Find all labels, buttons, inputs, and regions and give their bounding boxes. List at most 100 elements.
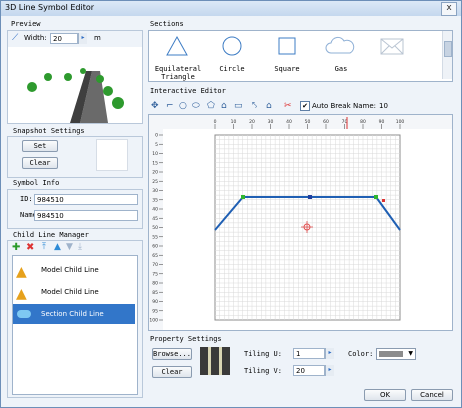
set-button[interactable]: Set (22, 140, 58, 152)
texture-preview (200, 347, 230, 375)
clear-texture-button[interactable]: Clear (152, 366, 192, 378)
polygon-tool-icon[interactable]: ⌂ (221, 101, 227, 111)
width-spin-button[interactable]: ▸ (78, 33, 87, 44)
auto-break-checkbox[interactable]: ✔ (300, 101, 310, 111)
top-tick-label: 60 (323, 119, 329, 125)
section-line-icon (17, 310, 31, 318)
gas-label[interactable]: Gas (319, 65, 363, 73)
id-value: 984510 (37, 196, 64, 204)
id-field[interactable]: 984510 (34, 194, 138, 205)
left-tick-label: 65 (152, 253, 158, 259)
cancel-button[interactable]: Cancel (411, 389, 453, 401)
child-line-header: Child Line Manager (13, 231, 89, 239)
editor-drawing[interactable]: 0 10 20 30 40 50 60 70 80 90 100 0 5 10 15 20 25 30 35 40 45… (149, 115, 452, 330)
edit-vertex-icon[interactable]: ⌂ (266, 101, 272, 111)
pan-icon[interactable]: ✥ (151, 101, 159, 111)
midpoint-handle (308, 195, 312, 199)
snapshot-thumbnail (96, 139, 128, 171)
move-top-icon[interactable]: ⤒ (42, 242, 46, 252)
circle-tool-icon[interactable]: ○ (179, 101, 187, 111)
preview-3d-view[interactable] (8, 47, 142, 123)
left-tick-label: 60 (152, 244, 158, 250)
model-line-icon: ▲ (16, 264, 27, 280)
left-tick-label: 95 (152, 308, 158, 314)
left-tick-label: 15 (152, 160, 158, 166)
name-value: 984510 (37, 212, 64, 220)
title-bar: 3D Line Symbol Editor x (1, 1, 461, 16)
name-label-editor: Name: (353, 102, 377, 110)
left-tick-label: 100 (149, 318, 158, 324)
list-item-label: Model Child Line (41, 266, 99, 274)
sections-header: Sections (150, 20, 184, 28)
left-tick-label: 70 (152, 262, 158, 268)
add-icon[interactable]: ✚ (12, 242, 20, 253)
editor-canvas[interactable]: 0 10 20 30 40 50 60 70 80 90 100 0 5 10 15 20 25 30 35 40 45… (148, 114, 453, 331)
ruler-icon[interactable]: ⟋ (12, 33, 18, 43)
width-input[interactable]: 20 (50, 33, 78, 44)
delete-icon[interactable]: ✖ (26, 242, 34, 253)
close-button[interactable]: x (441, 2, 457, 16)
child-line-group: ✚ ✖ ⤒ ▲ ▼ ⤓ ▲ Model Child Line ▲ Model C… (7, 240, 143, 398)
property-header: Property Settings (150, 335, 222, 343)
tiling-v-spin[interactable]: ▸ (325, 365, 334, 376)
polyline-icon[interactable]: ⌐ (166, 101, 174, 111)
insert-vertex-icon[interactable]: ⤣ (252, 101, 257, 111)
ellipse-tool-icon[interactable]: ⬭ (192, 101, 200, 111)
tiling-u-spin[interactable]: ▸ (325, 348, 334, 359)
square-label[interactable]: Square (265, 65, 309, 73)
cloud-icon (325, 36, 355, 54)
top-tick-label: 50 (305, 119, 311, 125)
top-ruler (149, 115, 452, 129)
auto-break-label: Auto Break (312, 102, 351, 110)
list-item[interactable]: ▲ Model Child Line (13, 260, 135, 280)
sections-scrollbar[interactable] (442, 31, 452, 79)
triangle-label[interactable]: Equilateral Triangle (153, 65, 203, 81)
top-tick-label: 20 (249, 119, 255, 125)
pentagon-tool-icon[interactable]: ⬠ (207, 101, 215, 111)
move-bottom-icon[interactable]: ⤓ (78, 242, 82, 252)
vertex-handle (241, 195, 245, 199)
list-item[interactable]: ▲ Model Child Line (13, 282, 135, 302)
tiling-v-label: Tiling V: (244, 367, 282, 375)
left-tick-label: 30 (152, 188, 158, 194)
list-item[interactable]: Section Child Line (13, 304, 135, 324)
chevron-down-icon: ▼ (408, 350, 413, 357)
rectangle-tool-icon[interactable]: ▭ (234, 101, 243, 111)
tiling-u-label: Tiling U: (244, 350, 282, 358)
left-tick-label: 45 (152, 216, 158, 222)
delete-vertex-icon[interactable]: ✂ (284, 101, 292, 111)
cursor-point (382, 199, 385, 202)
circle-icon (222, 36, 242, 56)
symbol-info-group: ID: 984510 Name: 984510 (7, 189, 143, 229)
tiling-u-input[interactable]: 1 (293, 348, 325, 359)
left-tick-label: 5 (155, 142, 158, 148)
model-line-icon: ▲ (16, 286, 27, 302)
move-up-icon[interactable]: ▲ (54, 242, 61, 252)
child-line-list: ▲ Model Child Line ▲ Model Child Line Se… (12, 255, 138, 395)
left-tick-label: 85 (152, 290, 158, 296)
snapshot-group: Set Clear (7, 136, 143, 178)
left-tick-label: 40 (152, 207, 158, 213)
snapshot-header: Snapshot Settings (13, 127, 85, 135)
ok-button[interactable]: OK (364, 389, 406, 401)
color-picker[interactable]: ▼ (376, 348, 416, 360)
left-tick-label: 0 (155, 133, 158, 139)
top-tick-label: 90 (379, 119, 385, 125)
preview-header: Preview (11, 20, 41, 28)
square-icon (278, 37, 296, 55)
list-item-label: Section Child Line (41, 310, 104, 318)
circle-label[interactable]: Circle (211, 65, 253, 73)
clear-snapshot-button[interactable]: Clear (22, 157, 58, 169)
symbol-info-header: Symbol Info (13, 179, 60, 187)
width-unit: m (94, 34, 101, 42)
editor-header: Interactive Editor (150, 87, 226, 95)
tiling-v-input[interactable]: 20 (293, 365, 325, 376)
window-title: 3D Line Symbol Editor (5, 3, 95, 12)
left-tick-label: 90 (152, 299, 158, 305)
browse-button[interactable]: Browse... (152, 348, 192, 360)
name-value-editor: 10 (379, 102, 388, 110)
top-tick-label: 40 (286, 119, 292, 125)
move-down-icon[interactable]: ▼ (66, 242, 73, 252)
name-field[interactable]: 984510 (34, 210, 138, 221)
left-tick-label: 80 (152, 281, 158, 287)
